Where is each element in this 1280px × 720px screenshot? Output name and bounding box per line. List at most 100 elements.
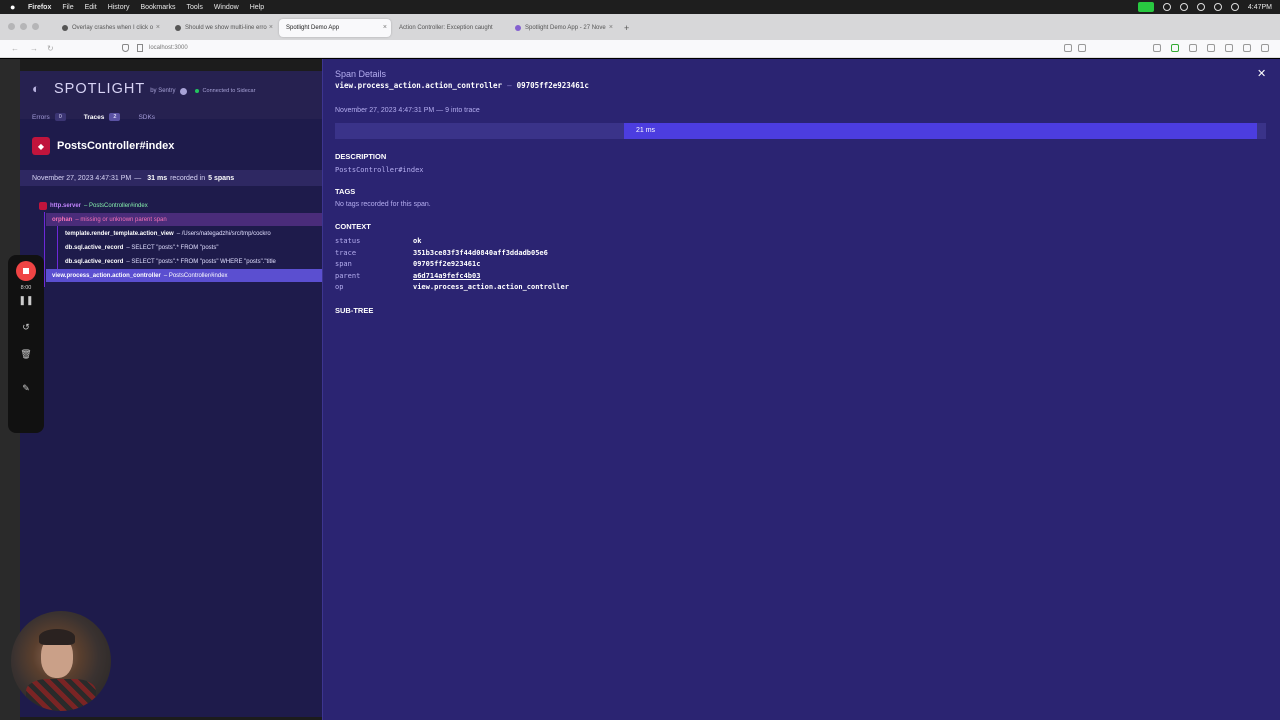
span-row[interactable]: http.server – PostsController#index: [39, 199, 322, 212]
span-row[interactable]: db.sql.active_record – SELECT "posts".* …: [65, 241, 322, 254]
menu-window[interactable]: Window: [214, 4, 239, 11]
webcam-shirt: [26, 679, 96, 711]
subtree-heading: SUB-TREE: [335, 306, 374, 315]
pause-icon[interactable]: ❚❚: [8, 295, 44, 306]
window-close-button[interactable]: [8, 23, 15, 30]
span-desc: – SELECT "posts".* FROM "posts" WHERE "p…: [126, 258, 276, 265]
menu-edit[interactable]: Edit: [85, 4, 97, 11]
context-value: ok: [413, 237, 422, 245]
trace-header: ◆ PostsController#index: [32, 137, 174, 155]
status-icon[interactable]: [1162, 3, 1171, 11]
context-key: span: [335, 260, 352, 268]
spotlight-brand: SPOTLIGHT: [54, 81, 146, 97]
browser-tab-active[interactable]: Spotlight Demo App ×: [279, 19, 391, 37]
span-details-panel: Span Details view.process_action.action_…: [322, 59, 1280, 720]
separator: —: [507, 81, 512, 90]
trace-duration: 31 ms: [147, 174, 168, 182]
new-tab-button[interactable]: +: [620, 19, 636, 37]
webcam-hair: [39, 629, 75, 645]
browser-tab[interactable]: Action Controller: Exception caught: [392, 19, 504, 37]
draw-icon[interactable]: ✎: [8, 383, 44, 394]
browser-tab[interactable]: Overlay crashes when I click o ×: [52, 19, 164, 37]
status-icon[interactable]: [1179, 3, 1188, 11]
menu-file[interactable]: File: [62, 4, 73, 11]
tree-rail: [44, 212, 45, 287]
trace-title: PostsController#index: [57, 140, 175, 152]
span-op: view.process_action.action_controller: [335, 81, 503, 90]
toolbar-icon[interactable]: [1225, 44, 1233, 52]
screen-record-icon[interactable]: [1137, 2, 1154, 12]
restart-icon[interactable]: ↺: [8, 322, 44, 333]
span-row[interactable]: orphan – missing or unknown parent span: [46, 213, 322, 226]
menu-history[interactable]: History: [108, 4, 130, 11]
trace-span-count: 5 spans: [208, 174, 235, 182]
spotlight-tabs: Errors 0 Traces 2 SDKs: [32, 109, 173, 125]
context-value: 09705ff2e923461c: [413, 260, 481, 268]
window-minimize-button[interactable]: [20, 23, 27, 30]
menu-help[interactable]: Help: [250, 4, 264, 11]
browser-tab[interactable]: Spotlight Demo App - 27 Nove ×: [505, 19, 617, 37]
shield-icon[interactable]: [122, 44, 129, 52]
tab-label: Traces: [83, 113, 105, 121]
context-value: 351b3ce83f3f44d0840aff3ddadb05e6: [413, 248, 548, 257]
bookmark-star-icon[interactable]: [1078, 44, 1086, 52]
browser-tab[interactable]: Should we show multi-line erro ×: [165, 19, 277, 37]
close-icon[interactable]: ×: [269, 24, 273, 31]
toolbar-icon[interactable]: [1207, 44, 1215, 52]
github-icon[interactable]: [179, 87, 187, 95]
context-table: status ok trace 351b3ce83f3f44d0840aff3d…: [335, 237, 569, 295]
trash-icon[interactable]: 🗑: [8, 349, 44, 360]
parent-span-link[interactable]: a6d714a9fefc4b03: [413, 272, 480, 284]
tab-traces[interactable]: Traces 2: [84, 109, 121, 125]
toolbar-icon[interactable]: [1171, 44, 1179, 52]
page-icon: [137, 44, 143, 52]
close-icon[interactable]: ✕: [1257, 68, 1266, 80]
toolbar-icon[interactable]: [1153, 44, 1161, 52]
description-value: PostsController#index: [335, 166, 424, 174]
mac-menubar: ● Firefox File Edit History Bookmarks To…: [0, 0, 1280, 14]
span-row[interactable]: template.render_template.action_view – /…: [65, 227, 322, 240]
page-content: ◐ SPOTLIGHT by Sentry Connected to Sidec…: [0, 59, 1280, 720]
tab-errors[interactable]: Errors 0: [32, 109, 66, 125]
wifi-icon[interactable]: [1196, 3, 1205, 11]
back-icon[interactable]: ←: [11, 44, 19, 53]
trace-meta: November 27, 2023 4:47:31 PM — 31 ms rec…: [20, 170, 322, 186]
tab-label: Spotlight Demo App - 27 Nove: [525, 25, 606, 31]
close-icon[interactable]: ×: [609, 24, 613, 31]
tab-label: Spotlight Demo App: [286, 25, 340, 31]
menu-tools[interactable]: Tools: [186, 4, 202, 11]
battery-icon[interactable]: [1213, 3, 1222, 11]
reload-icon[interactable]: ↻: [47, 44, 54, 53]
toolbar-icon[interactable]: [1189, 44, 1197, 52]
extensions-icon[interactable]: [1064, 44, 1072, 52]
span-op: http.server: [50, 202, 82, 209]
menu-icon[interactable]: [1261, 44, 1269, 52]
details-subtitle: view.process_action.action_controller — 09…: [335, 81, 589, 90]
window-zoom-button[interactable]: [32, 23, 39, 30]
apple-icon[interactable]: ●: [10, 2, 20, 12]
tab-sdks[interactable]: SDKs: [138, 109, 155, 125]
close-icon[interactable]: ×: [383, 24, 387, 31]
span-duration-label: 21 ms: [636, 127, 656, 134]
span-duration-fill: [624, 123, 1257, 139]
trace-sep: —: [134, 174, 142, 182]
close-icon[interactable]: ×: [156, 24, 160, 31]
span-row[interactable]: db.sql.active_record – SELECT "posts".* …: [65, 255, 322, 268]
toolbar-icon[interactable]: [1243, 44, 1251, 52]
spotlight-icon: [515, 25, 521, 31]
screen-recorder-widget: 8:00 ❚❚ ↺ 🗑 ✎: [8, 255, 44, 433]
tags-heading: TAGS: [335, 187, 356, 196]
description-heading: DESCRIPTION: [335, 152, 387, 161]
menu-bookmarks[interactable]: Bookmarks: [140, 4, 175, 11]
span-timeline-bar: 21 ms: [335, 123, 1266, 139]
context-row: span 09705ff2e923461c: [335, 260, 569, 272]
context-row: op view.process_action.action_controller: [335, 283, 569, 295]
span-row-selected[interactable]: view.process_action.action_controller – …: [46, 269, 322, 282]
url-bar[interactable]: localhost:3000: [149, 45, 188, 51]
menu-app-name[interactable]: Firefox: [28, 4, 51, 11]
menubar-clock[interactable]: 4:47PM: [1248, 4, 1272, 11]
forward-icon[interactable]: →: [30, 44, 38, 53]
control-center-icon[interactable]: [1230, 3, 1239, 11]
stop-recording-button[interactable]: [16, 261, 36, 281]
github-icon: [62, 25, 68, 31]
